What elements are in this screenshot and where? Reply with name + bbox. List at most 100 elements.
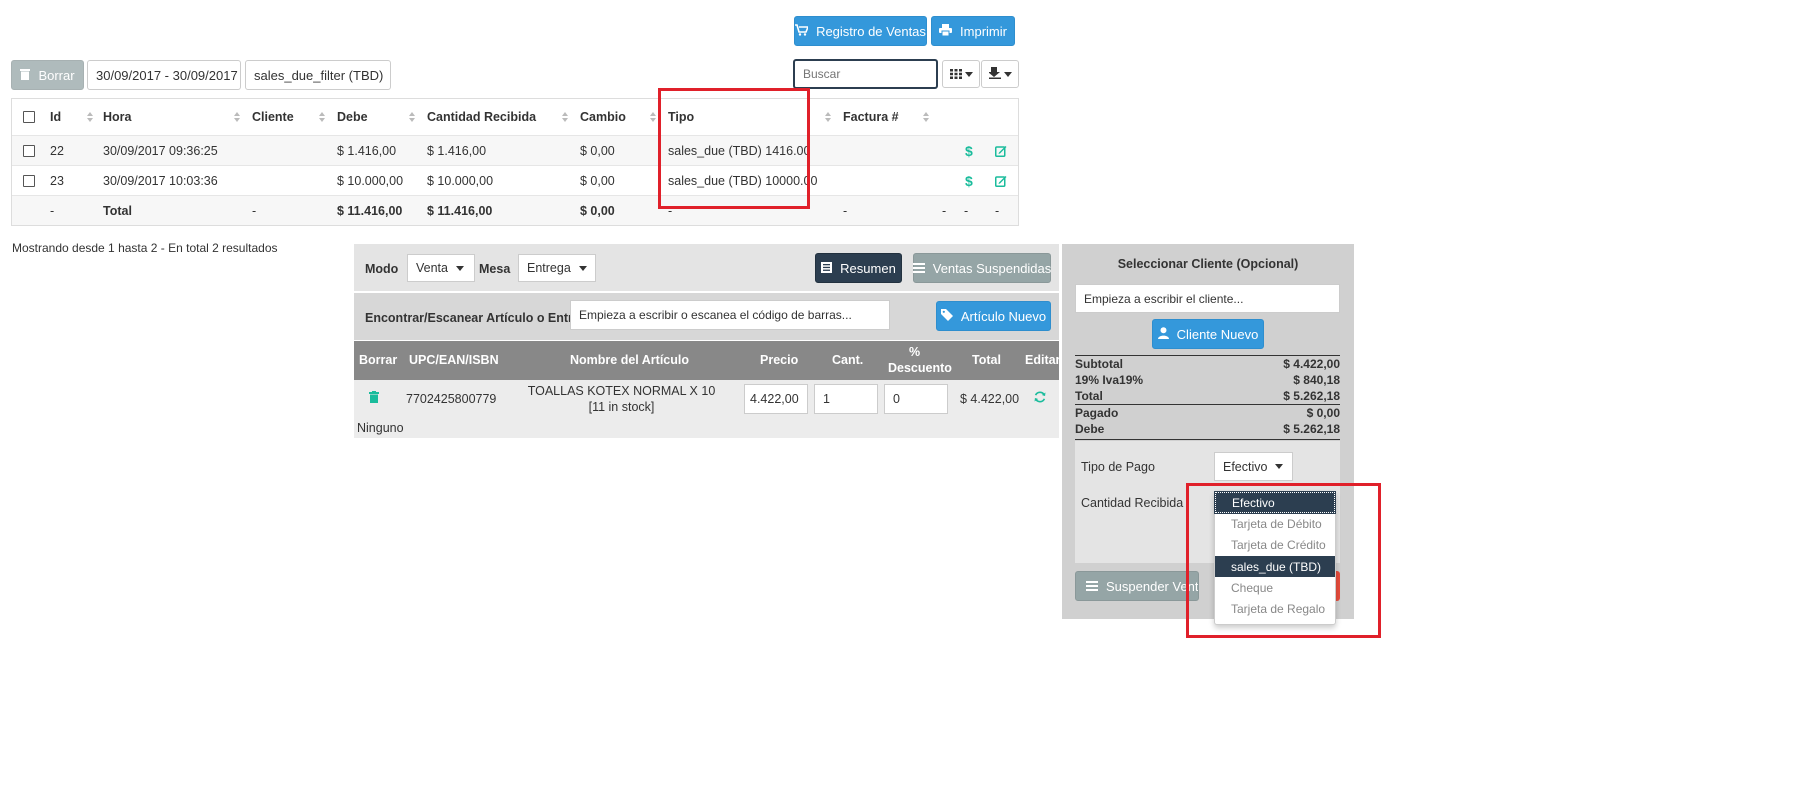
- highlight-box-payment-options: [1186, 483, 1381, 638]
- table-row[interactable]: 22 30/09/2017 09:36:25 $ 1.416,00 $ 1.41…: [12, 135, 1018, 165]
- table-row[interactable]: 23 30/09/2017 10:03:36 $ 10.000,00 $ 10.…: [12, 165, 1018, 195]
- sales-table: Id Hora Cliente Debe Cantidad Recibida C…: [11, 98, 1019, 226]
- cell-time: 30/09/2017 09:36:25: [103, 143, 218, 158]
- print-button[interactable]: Imprimir: [931, 16, 1015, 46]
- table-label: Mesa: [479, 262, 511, 276]
- export-button[interactable]: [981, 60, 1019, 88]
- new-customer-label: Cliente Nuevo: [1176, 326, 1259, 342]
- new-item-button[interactable]: Artículo Nuevo: [936, 301, 1051, 331]
- cart-header-price: Precio: [760, 353, 799, 367]
- search-input[interactable]: [793, 59, 938, 89]
- sort-icon[interactable]: [409, 112, 415, 122]
- find-item-label: Encontrar/Escanear Artículo o Entrada: [365, 311, 595, 325]
- filter-select[interactable]: sales_due_filter (TBD): [245, 60, 391, 90]
- edit-icon[interactable]: [995, 166, 1007, 195]
- cart-item-upc: 7702425800779: [406, 392, 497, 406]
- cell-change: $ 0,00: [580, 173, 615, 188]
- cart-item-qty-input[interactable]: 1: [814, 384, 878, 414]
- sort-icon[interactable]: [825, 112, 831, 122]
- cart-item-discount-input[interactable]: 0: [884, 384, 948, 414]
- header-change[interactable]: Cambio: [580, 99, 626, 135]
- date-range-input[interactable]: 30/09/2017 - 30/09/2017: [87, 60, 241, 90]
- mode-select[interactable]: Venta: [407, 254, 475, 282]
- item-search-input[interactable]: Empieza a escribir o escanea el código d…: [570, 300, 890, 330]
- row-checkbox[interactable]: [23, 144, 35, 157]
- cell-due: $ 1.416,00: [337, 143, 397, 158]
- select-all-checkbox[interactable]: [23, 111, 35, 123]
- footer-received: $ 11.416,00: [427, 203, 493, 218]
- summary-value: $ 5.262,18: [1283, 422, 1340, 436]
- footer-dash: -: [964, 203, 969, 218]
- cell-time: 30/09/2017 10:03:36: [103, 173, 218, 188]
- payment-type-select[interactable]: Efectivo: [1214, 452, 1293, 481]
- cell-received: $ 1.416,00: [427, 143, 487, 158]
- mode-label: Modo: [365, 262, 399, 276]
- header-client[interactable]: Cliente: [252, 99, 294, 135]
- cart-icon: [795, 23, 810, 39]
- chevron-down-icon: [455, 265, 464, 271]
- summary-button[interactable]: Resumen: [815, 253, 902, 283]
- grid-icon: [949, 67, 962, 82]
- delete-button[interactable]: Borrar: [11, 60, 84, 90]
- payment-type-value: Efectivo: [1223, 459, 1268, 474]
- header-received[interactable]: Cantidad Recibida: [427, 99, 536, 135]
- sales-register-button[interactable]: Registro de Ventas: [794, 16, 927, 46]
- suspended-sales-label: Ventas Suspendidas: [932, 260, 1052, 276]
- list-icon: [821, 261, 833, 276]
- cart-header-name: Nombre del Artículo: [570, 353, 689, 367]
- new-customer-button[interactable]: Cliente Nuevo: [1152, 319, 1264, 349]
- header-due[interactable]: Debe: [337, 99, 368, 135]
- footer-due: $ 11.416,00: [337, 203, 403, 218]
- header-invoice[interactable]: Factura #: [843, 99, 899, 135]
- table-header-row: Id Hora Cliente Debe Cantidad Recibida C…: [12, 99, 1018, 135]
- row-checkbox[interactable]: [23, 174, 35, 187]
- customer-search-placeholder: Empieza a escribir el cliente...: [1084, 291, 1244, 306]
- print-icon: [939, 23, 953, 39]
- cart-item-name: TOALLAS KOTEX NORMAL X 10: [527, 384, 716, 398]
- chevron-down-icon: [1003, 71, 1012, 77]
- summary-row-due: Debe $ 5.262,18: [1075, 422, 1340, 438]
- cart-header-delete: Borrar: [359, 353, 398, 367]
- cart-item-price-input[interactable]: 4.422,00: [744, 384, 808, 414]
- suspend-sale-button[interactable]: Suspender Venta: [1075, 571, 1199, 601]
- print-label: Imprimir: [960, 23, 1007, 39]
- cell-received: $ 10.000,00: [427, 173, 494, 188]
- sort-icon[interactable]: [562, 112, 568, 122]
- dollar-icon[interactable]: $: [965, 166, 973, 195]
- new-item-label: Artículo Nuevo: [960, 308, 1047, 324]
- summary-row-paid: Pagado $ 0,00: [1075, 406, 1340, 422]
- sort-icon[interactable]: [650, 112, 656, 122]
- summary-row-tax: 19% Iva19% $ 840,18: [1075, 373, 1340, 389]
- table-select[interactable]: Entrega: [518, 254, 596, 282]
- amount-received-label: Cantidad Recibida: [1081, 496, 1184, 510]
- summary-value: $ 0,00: [1306, 406, 1340, 420]
- footer-dash: -: [995, 203, 1000, 218]
- delete-label: Borrar: [38, 67, 75, 83]
- trash-icon: [20, 68, 31, 83]
- header-time[interactable]: Hora: [103, 99, 131, 135]
- customer-search-input[interactable]: Empieza a escribir el cliente...: [1075, 284, 1340, 313]
- summary-label: Pagado: [1075, 406, 1119, 420]
- sort-icon[interactable]: [923, 112, 929, 122]
- cart-header-upc: UPC/EAN/ISBN: [409, 353, 499, 367]
- cart-header-qty: Cant.: [832, 353, 864, 367]
- sort-icon[interactable]: [234, 112, 240, 122]
- dollar-icon[interactable]: $: [965, 136, 973, 165]
- cart-header-edit: Editar: [1025, 353, 1061, 367]
- summary-row-subtotal: Subtotal $ 4.422,00: [1075, 357, 1340, 373]
- list-icon: [1086, 579, 1098, 594]
- edit-icon[interactable]: [995, 136, 1007, 165]
- summary-value: $ 840,18: [1293, 373, 1340, 387]
- highlight-box-type-column: [658, 88, 810, 209]
- refresh-icon[interactable]: [1034, 391, 1046, 406]
- sort-icon[interactable]: [319, 112, 325, 122]
- sort-icon[interactable]: [87, 112, 93, 122]
- suspended-sales-button[interactable]: Ventas Suspendidas: [912, 253, 1052, 283]
- cart-header-discount: Descuento: [888, 361, 952, 375]
- header-id[interactable]: Id: [50, 99, 61, 135]
- columns-toggle-button[interactable]: [942, 60, 980, 88]
- summary-label: 19% Iva19%: [1075, 373, 1144, 387]
- summary-label: Resumen: [840, 260, 896, 276]
- trash-icon[interactable]: [369, 391, 379, 406]
- date-range-value: 30/09/2017 - 30/09/2017: [96, 67, 238, 83]
